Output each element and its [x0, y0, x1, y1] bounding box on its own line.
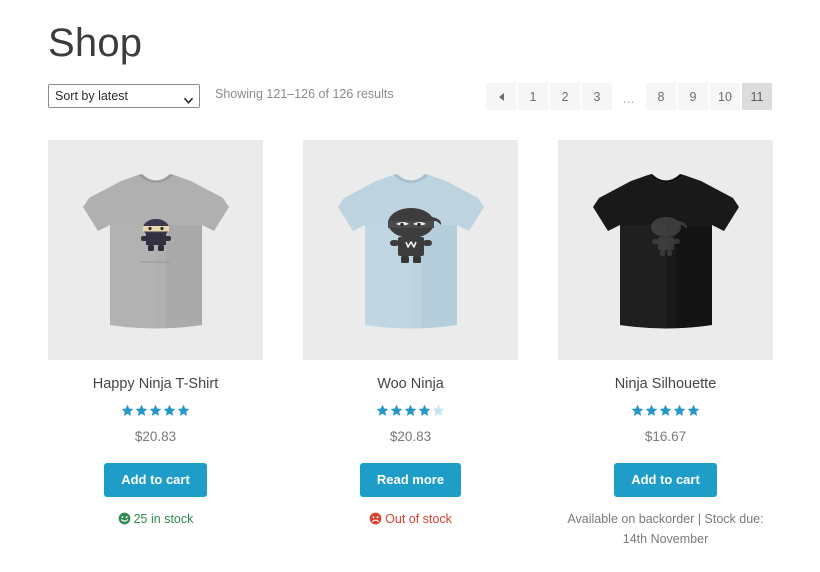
pagination-page[interactable]: 1	[518, 83, 548, 110]
product-card: Happy Ninja T-Shirt $20.83 Add to cart 2…	[48, 140, 263, 549]
arrow-left-icon	[498, 92, 504, 101]
star-icon	[149, 404, 162, 416]
product-price: $20.83	[389, 428, 432, 444]
stock-status: Out of stock	[303, 509, 518, 531]
add-to-cart-button[interactable]: Add to cart	[614, 462, 717, 498]
pagination-page[interactable]: 2	[550, 83, 580, 110]
pagination-page[interactable]: 10	[710, 83, 740, 110]
smiley-face-icon	[118, 511, 131, 531]
woo-ninja-tshirt-image	[337, 174, 484, 329]
star-rating	[48, 404, 263, 418]
happy-ninja-tshirt-image	[82, 174, 229, 329]
pagination-page[interactable]: 8	[646, 83, 676, 110]
pagination-prev[interactable]	[486, 83, 516, 110]
star-icon	[135, 404, 148, 416]
page-title: Shop	[48, 21, 143, 65]
product-image[interactable]	[48, 140, 263, 360]
frowning-face-icon	[369, 511, 382, 531]
stock-status-label: Out of stock	[385, 512, 452, 527]
product-price: $20.83	[134, 428, 177, 444]
ninja-silhouette-tshirt-image	[592, 174, 739, 329]
star-icon	[404, 404, 417, 416]
product-title[interactable]: Woo Ninja	[303, 375, 518, 394]
product-card: Ninja Silhouette $16.67 Add to cart Avai…	[558, 140, 773, 549]
ordering-form: Sort by latest	[48, 84, 200, 108]
stock-status: Available on backorder | Stock due: 14th…	[558, 509, 773, 549]
star-icon	[645, 404, 658, 416]
product-grid: Happy Ninja T-Shirt $20.83 Add to cart 2…	[48, 140, 773, 549]
star-icon	[418, 404, 431, 416]
stock-status-label: 25 in stock	[133, 512, 194, 527]
stock-status: 25 in stock	[48, 509, 263, 531]
product-image[interactable]	[558, 140, 773, 360]
add-to-cart-button[interactable]: Add to cart	[104, 462, 207, 498]
product-price: $16.67	[644, 428, 687, 444]
star-icon	[631, 404, 644, 416]
product-card: Woo Ninja $20.83 Read more Out of stock	[303, 140, 518, 549]
product-title[interactable]: Ninja Silhouette	[558, 375, 773, 394]
result-count: Showing 121–126 of 126 results	[215, 87, 394, 101]
read-more-button[interactable]: Read more	[359, 462, 462, 498]
pagination-page-current[interactable]: 11	[742, 83, 772, 110]
star-icon	[673, 404, 686, 416]
stock-status-label: Available on backorder | Stock due: 14th…	[567, 512, 764, 547]
sort-select[interactable]: Sort by latest	[48, 84, 200, 108]
sort-select-value: Sort by latest	[55, 89, 128, 103]
pagination: 1 2 3 … 8 9 10 11	[486, 83, 772, 110]
star-rating	[303, 404, 518, 418]
star-rating	[558, 404, 773, 418]
star-icon	[163, 404, 176, 416]
star-icon	[390, 404, 403, 416]
product-image[interactable]	[303, 140, 518, 360]
star-icon	[177, 404, 190, 416]
star-icon	[376, 404, 389, 416]
star-icon	[659, 404, 672, 416]
shop-page: Shop Sort by latest Showing 121–126 of 1…	[0, 0, 820, 572]
pagination-page[interactable]: 3	[582, 83, 612, 110]
star-icon	[687, 404, 700, 416]
star-icon-empty	[432, 404, 445, 416]
pagination-page[interactable]: 9	[678, 83, 708, 110]
product-title[interactable]: Happy Ninja T-Shirt	[48, 375, 263, 394]
pagination-ellipsis: …	[622, 92, 636, 106]
star-icon	[121, 404, 134, 416]
shop-toolbar: Sort by latest Showing 121–126 of 126 re…	[48, 83, 772, 114]
chevron-down-icon	[184, 90, 193, 104]
